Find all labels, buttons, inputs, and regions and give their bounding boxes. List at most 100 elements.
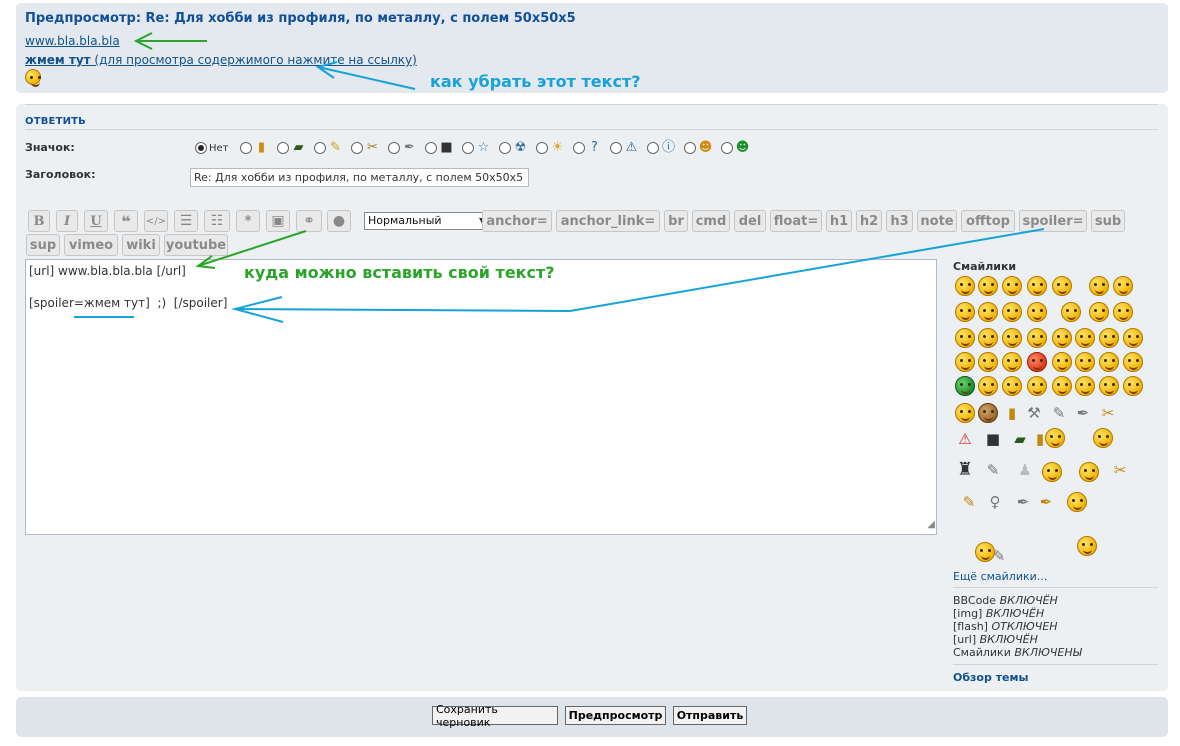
drill-icon[interactable]: ✎ — [983, 460, 1003, 480]
code-button[interactable]: </> — [144, 210, 168, 232]
list-button[interactable]: ☰ — [174, 210, 198, 232]
icon-radio[interactable] — [720, 142, 733, 154]
icon-radio[interactable] — [609, 142, 622, 154]
smiley-icon[interactable] — [978, 276, 998, 296]
tag-h2-button[interactable]: h2 — [856, 210, 882, 232]
smiley-icon[interactable] — [1075, 328, 1095, 348]
tag-note-button[interactable]: note — [917, 210, 957, 232]
smiley-icon[interactable] — [1067, 492, 1087, 512]
smiley-icon[interactable] — [978, 302, 998, 322]
list-item-button[interactable]: * — [236, 210, 260, 232]
smiley-icon[interactable] — [1052, 328, 1072, 348]
wrench-icon[interactable]: ✒ — [1013, 492, 1033, 512]
santa-icon[interactable]: ♟ — [1015, 460, 1035, 480]
preview-spoiler-link[interactable]: жмем тут (для просмотра содержимого нажм… — [25, 53, 417, 67]
smiley-icon[interactable] — [1123, 376, 1143, 396]
angry-smiley-icon[interactable] — [1027, 352, 1047, 372]
tag-offtop-button[interactable]: offtop — [961, 210, 1015, 232]
tank-icon[interactable]: ▰ — [1010, 429, 1030, 449]
smiley-icon[interactable] — [1002, 352, 1022, 372]
icon-radio[interactable] — [350, 142, 363, 154]
drill-icon[interactable]: ✎ — [989, 546, 1009, 566]
tag-sub-button[interactable]: sub — [1091, 210, 1125, 232]
smiley-icon[interactable] — [1079, 462, 1099, 482]
smiley-icon[interactable] — [1089, 276, 1109, 296]
wrench-icon[interactable]: ✒ — [1073, 403, 1093, 423]
spoiler-hint[interactable]: (для просмотра содержимого нажмите на сс… — [91, 53, 416, 67]
icon-radio-none[interactable] — [195, 142, 207, 154]
smiley-icon[interactable] — [1002, 328, 1022, 348]
preview-url-link[interactable]: www.bla.bla.bla — [25, 34, 120, 48]
icon-radio[interactable] — [276, 142, 289, 154]
tool-icon[interactable]: ✒ — [1036, 492, 1056, 512]
smiley-icon[interactable] — [1002, 376, 1022, 396]
smiley-icon[interactable] — [1077, 536, 1097, 556]
icon-radio[interactable] — [572, 142, 585, 154]
tag-float-button[interactable]: float= — [770, 210, 822, 232]
bbcode-label[interactable]: BBCode — [953, 594, 996, 607]
submit-button[interactable]: Отправить — [673, 706, 747, 725]
icon-radio[interactable] — [424, 142, 437, 154]
tag-wiki-button[interactable]: wiki — [122, 234, 160, 256]
tag-h1-button[interactable]: h1 — [826, 210, 852, 232]
smiley-icon[interactable] — [1075, 352, 1095, 372]
tag-br-button[interactable]: br — [664, 210, 688, 232]
tag-cmd-button[interactable]: cmd — [692, 210, 730, 232]
smiley-icon[interactable] — [1052, 276, 1072, 296]
preview-button[interactable]: Предпросмотр — [565, 706, 666, 725]
pliers-icon[interactable]: ✂ — [1098, 403, 1118, 423]
flash-button[interactable]: ● — [327, 210, 351, 232]
lamp-icon[interactable]: ♀ — [985, 492, 1005, 512]
smiley-icon[interactable] — [978, 328, 998, 348]
ordered-list-button[interactable]: ☷ — [204, 210, 230, 232]
quote-button[interactable]: ❝ — [114, 210, 138, 232]
spoiler-title[interactable]: жмем тут — [25, 53, 91, 67]
smiley-icon[interactable] — [978, 352, 998, 372]
bold-button[interactable]: B — [28, 210, 50, 232]
screwdriver-icon[interactable]: ✎ — [1049, 403, 1069, 423]
icon-radio[interactable] — [646, 142, 659, 154]
smiley-icon[interactable] — [1093, 428, 1113, 448]
icon-radio[interactable] — [387, 142, 400, 154]
smiley-icon[interactable] — [978, 376, 998, 396]
motor-icon[interactable]: ■ — [983, 429, 1003, 449]
tool-icon[interactable]: ✂ — [1110, 460, 1130, 480]
smiley-icon[interactable] — [1052, 352, 1072, 372]
icon-radio[interactable] — [498, 142, 511, 154]
icon-radio[interactable] — [239, 142, 252, 154]
resize-handle-icon[interactable]: ◢ — [927, 517, 935, 533]
smiley-icon[interactable] — [1042, 462, 1062, 482]
smiley-icon[interactable] — [1045, 428, 1065, 448]
smiley-icon[interactable] — [1027, 376, 1047, 396]
smiley-icon[interactable] — [1089, 302, 1109, 322]
smiley-icon[interactable] — [1002, 276, 1022, 296]
message-textarea[interactable]: [url] www.bla.bla.bla [/url] [spoiler=жм… — [25, 259, 937, 535]
smiley-icon[interactable] — [1123, 328, 1143, 348]
hammer-icon[interactable]: ⚒ — [1024, 403, 1044, 423]
link-button[interactable]: ⚭ — [296, 210, 322, 232]
more-smilies-link[interactable]: Ещё смайлики... — [953, 570, 1047, 583]
tag-sup-button[interactable]: sup — [26, 234, 60, 256]
smiley-icon[interactable] — [1113, 302, 1133, 322]
topic-review-link[interactable]: Обзор темы — [953, 671, 1028, 684]
icon-radio[interactable] — [461, 142, 474, 154]
green-smiley-icon[interactable] — [955, 376, 975, 396]
smiley-icon[interactable] — [1099, 376, 1119, 396]
smiley-icon[interactable] — [1027, 276, 1047, 296]
smiley-icon[interactable] — [1027, 302, 1047, 322]
italic-button[interactable]: I — [56, 210, 78, 232]
smiley-icon[interactable] — [1027, 328, 1047, 348]
robot-icon[interactable]: ♜ — [955, 460, 975, 480]
font-size-select[interactable]: Нормальный — [364, 212, 490, 230]
beer-mug-icon[interactable]: ▮ — [1002, 403, 1022, 423]
smiley-icon[interactable] — [1099, 352, 1119, 372]
tag-h3-button[interactable]: h3 — [886, 210, 913, 232]
subject-input[interactable]: Re: Для хобби из профиля, по металлу, с … — [190, 168, 529, 187]
monkey-icon[interactable] — [978, 403, 998, 423]
warning-icon[interactable]: ⚠ — [955, 429, 975, 449]
smiley-icon[interactable] — [1002, 302, 1022, 322]
drill-tool-icon[interactable]: ✎ — [959, 492, 979, 512]
tag-anchor-link-button[interactable]: anchor_link= — [556, 210, 660, 232]
save-draft-button[interactable]: Сохранить черновик — [432, 703, 558, 729]
tag-spoiler-button[interactable]: spoiler= — [1019, 210, 1087, 232]
